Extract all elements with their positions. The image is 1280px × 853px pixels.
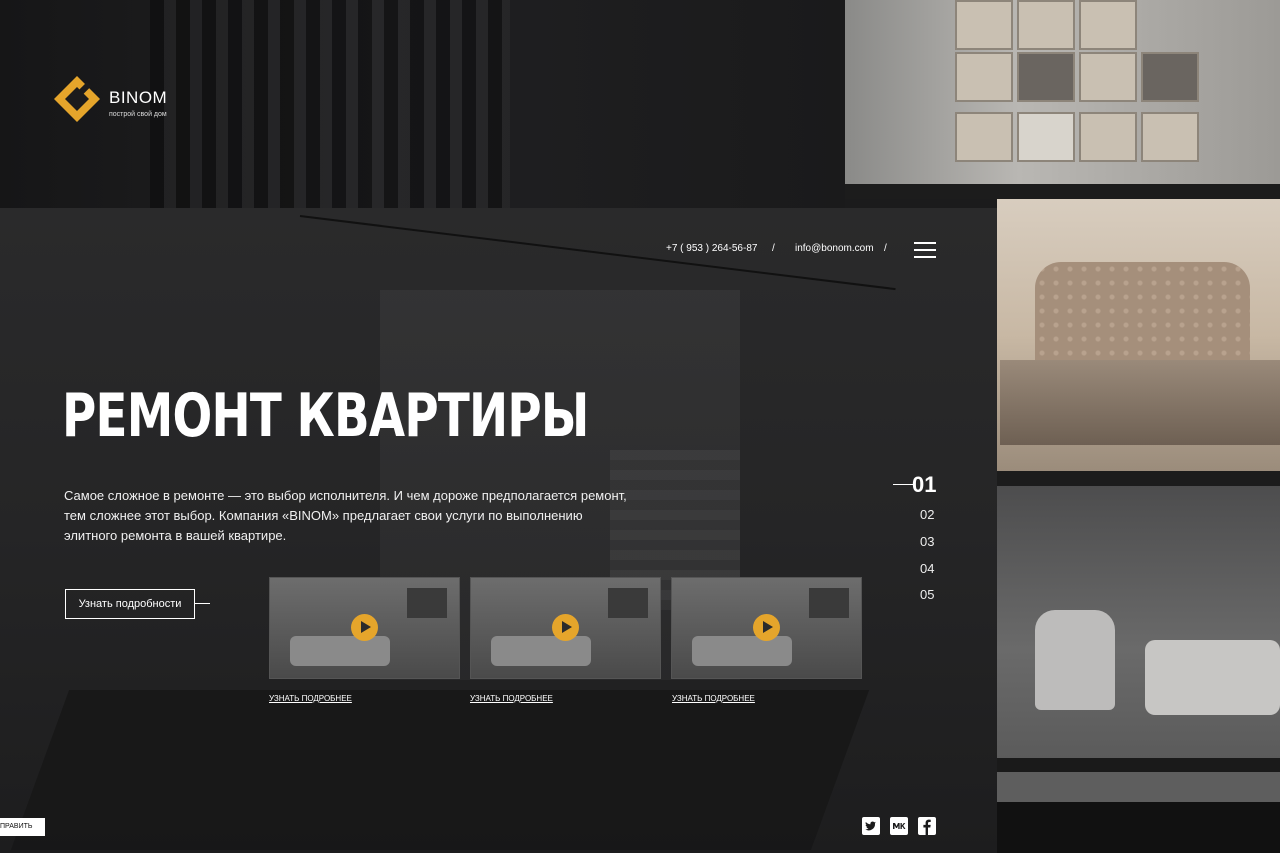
chair	[1035, 610, 1115, 710]
logo-diamond-icon	[54, 76, 100, 122]
phone-link[interactable]: +7 ( 953 ) 264-56-87	[666, 243, 757, 254]
edit-button[interactable]: ПРАВИТЬ	[0, 818, 45, 836]
slide-number[interactable]: 03	[920, 534, 934, 549]
video-thumbnail[interactable]	[671, 577, 862, 679]
slide-number-active[interactable]: 01	[912, 472, 936, 498]
headboard	[1035, 262, 1250, 372]
play-icon[interactable]	[552, 614, 579, 641]
rug	[10, 690, 870, 850]
video-details-link[interactable]: УЗНАТЬ ПОДРОБНЕЕ	[672, 694, 755, 703]
play-icon[interactable]	[753, 614, 780, 641]
details-button[interactable]: Узнать подробности	[65, 589, 195, 619]
vk-icon[interactable]	[890, 817, 908, 835]
video-details-link[interactable]: УЗНАТЬ ПОДРОБНЕЕ	[269, 694, 352, 703]
play-icon[interactable]	[351, 614, 378, 641]
facebook-icon[interactable]	[918, 817, 936, 835]
hero-description: Самое сложное в ремонте — это выбор испо…	[64, 488, 627, 543]
video-details-link[interactable]: УЗНАТЬ ПОДРОБНЕЕ	[470, 694, 553, 703]
twitter-icon[interactable]	[862, 817, 880, 835]
brand-name: BINOM	[109, 88, 168, 107]
hamburger-icon[interactable]	[914, 242, 936, 258]
button-accent-line	[194, 603, 210, 604]
slide-number[interactable]: 04	[920, 561, 934, 576]
photo-divider	[997, 471, 1280, 486]
video-thumbnail[interactable]	[269, 577, 460, 679]
logo[interactable]: BINOM построй свой дом	[52, 74, 182, 130]
page-title: РЕМОНТ КВАРТИРЫ	[62, 381, 589, 451]
bed	[1000, 360, 1280, 445]
photo-divider	[845, 184, 1280, 199]
header-separator: /	[884, 243, 887, 254]
header-separator: /	[772, 243, 775, 254]
bottom-photo	[997, 772, 1280, 802]
video-thumbnail[interactable]	[470, 577, 661, 679]
sofa	[1145, 640, 1280, 715]
photo-divider	[997, 758, 1280, 772]
slide-number[interactable]: 02	[920, 507, 934, 522]
brand-tagline: построй свой дом	[109, 111, 167, 118]
email-link[interactable]: info@bonom.com	[795, 243, 874, 254]
pagination-indicator-line	[893, 484, 913, 485]
curtain-texture	[150, 0, 510, 208]
bottom-dark-area	[997, 802, 1280, 853]
slide-number[interactable]: 05	[920, 587, 934, 602]
shelf-photo	[845, 0, 1280, 184]
